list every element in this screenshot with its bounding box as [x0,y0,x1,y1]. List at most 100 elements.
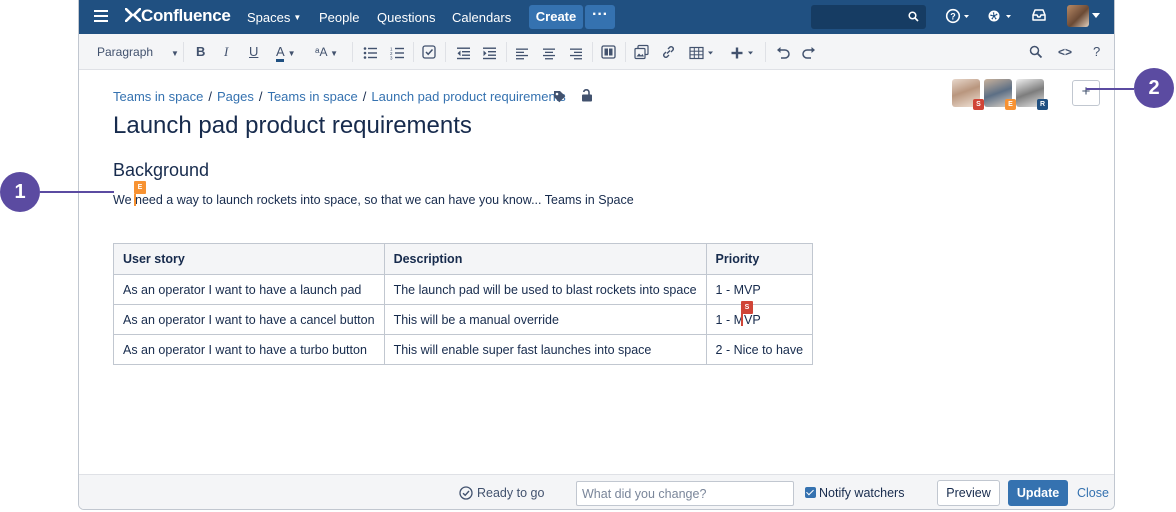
collaborator-cursor-flag: E [134,181,146,194]
breadcrumb-link[interactable]: Pages [217,89,254,104]
preview-button[interactable]: Preview [937,480,1000,506]
requirements-table: User story Description Priority As an op… [113,243,814,365]
table-cell[interactable]: 1 - MVP [705,274,814,305]
column-header[interactable]: User story [113,243,385,275]
task-list-icon[interactable] [422,44,436,60]
editor-window: Confluence Spaces ▼ People Questions Cale… [78,0,1115,510]
breadcrumb-link[interactable]: Launch pad product requirements [371,89,565,104]
search-icon[interactable] [908,11,919,22]
table-row: As an operator I want to have a launch p… [113,274,814,305]
bullet-list-icon[interactable] [363,45,377,61]
breadcrumb-separator: / [208,89,212,104]
text-format-icon[interactable]: ᵃA ▼ [315,44,338,60]
create-button[interactable]: Create [529,5,583,29]
collaborator-badge: E [1005,99,1016,110]
collaborator-badge: S [973,99,984,110]
column-header[interactable]: Priority [705,243,814,275]
ready-status-text: Ready to go [477,486,545,500]
insert-more-icon[interactable] [731,45,759,61]
breadcrumb: Teams in space / Pages / Teams in space / Laun… [113,89,566,104]
logo-text: Confluence [141,6,231,25]
toolbar-divider [183,42,184,62]
table-cell[interactable]: As an operator I want to have a cancel b… [113,304,385,335]
link-icon[interactable] [661,44,676,60]
source-editor-icon[interactable]: <> [1058,44,1072,60]
text-color-icon[interactable]: A ▼ [276,44,296,62]
table-row: As an operator I want to have a turbo bu… [113,334,814,365]
nav-spaces[interactable]: Spaces ▼ [247,10,301,25]
nav-people[interactable]: People [319,10,359,25]
chevron-down-icon[interactable] [1092,13,1100,19]
notify-watchers-checkbox[interactable] [805,487,816,498]
notify-watchers[interactable]: Notify watchers [805,486,904,500]
paragraph-style-dropdown[interactable]: Paragraph ▼ [97,44,179,60]
redo-icon[interactable] [802,45,816,61]
column-header[interactable]: Description [383,243,707,275]
callout-line [40,191,114,193]
table-cell[interactable]: 2 - Nice to have [705,334,814,365]
align-left-icon[interactable] [516,46,528,62]
notifications-icon[interactable] [1031,8,1047,24]
breadcrumb-link[interactable]: Teams in space [267,89,357,104]
table-cell[interactable]: The launch pad will be used to blast roc… [383,274,707,305]
toolbar-divider [592,42,593,62]
table-cell[interactable]: As an operator I want to have a turbo bu… [113,334,385,365]
toolbar-divider [413,42,414,62]
outdent-icon[interactable] [457,45,470,61]
close-button[interactable]: Close [1077,486,1109,500]
change-comment-input[interactable] [576,481,794,506]
collaborator-cursor [134,194,136,206]
update-button[interactable]: Update [1008,480,1068,506]
table-cell[interactable]: This will be a manual override [383,304,707,335]
callout-marker: 1 [0,172,40,212]
indent-icon[interactable] [483,45,496,61]
chevron-down-icon: ▼ [330,49,339,58]
underline-icon[interactable]: U [249,44,258,60]
nav-questions[interactable]: Questions [377,10,436,25]
collaborator-avatar[interactable]: E [984,79,1016,110]
table-cell[interactable]: 1 - MVP [705,304,814,335]
align-center-icon[interactable] [543,46,555,62]
align-right-icon[interactable] [570,46,582,62]
bold-icon[interactable]: B [196,44,205,60]
italic-icon[interactable]: I [224,44,228,60]
add-collaborator-button[interactable]: + [1072,80,1100,106]
nav-spaces-label: Spaces [247,10,291,25]
unlock-icon[interactable] [581,88,593,102]
callout-marker: 2 [1134,68,1174,108]
toolbar-divider [625,42,626,62]
more-options-button[interactable]: ··· [585,5,615,29]
toolbar-divider [506,42,507,62]
search-input[interactable] [811,5,906,29]
editor-footer: Ready to go Notify watchers Preview Upda… [79,474,1114,509]
body-paragraph[interactable]: We need a way to launch rockets into spa… [113,193,634,207]
table-icon[interactable] [689,45,717,61]
collaborator-avatar[interactable]: R [1016,79,1048,110]
notify-watchers-label: Notify watchers [819,486,905,500]
numbered-list-icon[interactable]: 1 2 3 [390,45,404,61]
help-icon[interactable]: ? [945,8,971,24]
breadcrumb-link[interactable]: Teams in space [113,89,203,104]
gear-icon[interactable] [986,8,1014,24]
table-cell[interactable]: This will enable super fast launches int… [383,334,707,365]
page-layout-icon[interactable] [601,44,616,60]
collaborator-avatar[interactable]: S [952,79,984,110]
user-avatar[interactable] [1067,5,1089,27]
toolbar-divider [765,42,766,62]
menu-icon[interactable] [94,10,108,22]
table-cell[interactable]: As an operator I want to have a launch p… [113,274,385,305]
find-replace-icon[interactable] [1029,44,1043,60]
callout-line [1086,88,1134,90]
help-question-icon[interactable]: ? [1093,44,1100,60]
ready-status: Ready to go [459,486,544,500]
confluence-logo[interactable]: Confluence [124,6,231,26]
section-heading[interactable]: Background [113,160,209,181]
chevron-down-icon: ▼ [293,13,302,22]
page-title[interactable]: Launch pad product requirements [113,112,472,140]
collaborator-badge: R [1037,99,1048,110]
undo-icon[interactable] [776,45,790,61]
toolbar-divider [445,42,446,62]
label-tag-icon[interactable] [553,90,566,103]
nav-calendars[interactable]: Calendars [452,10,511,25]
insert-image-icon[interactable] [634,44,649,60]
